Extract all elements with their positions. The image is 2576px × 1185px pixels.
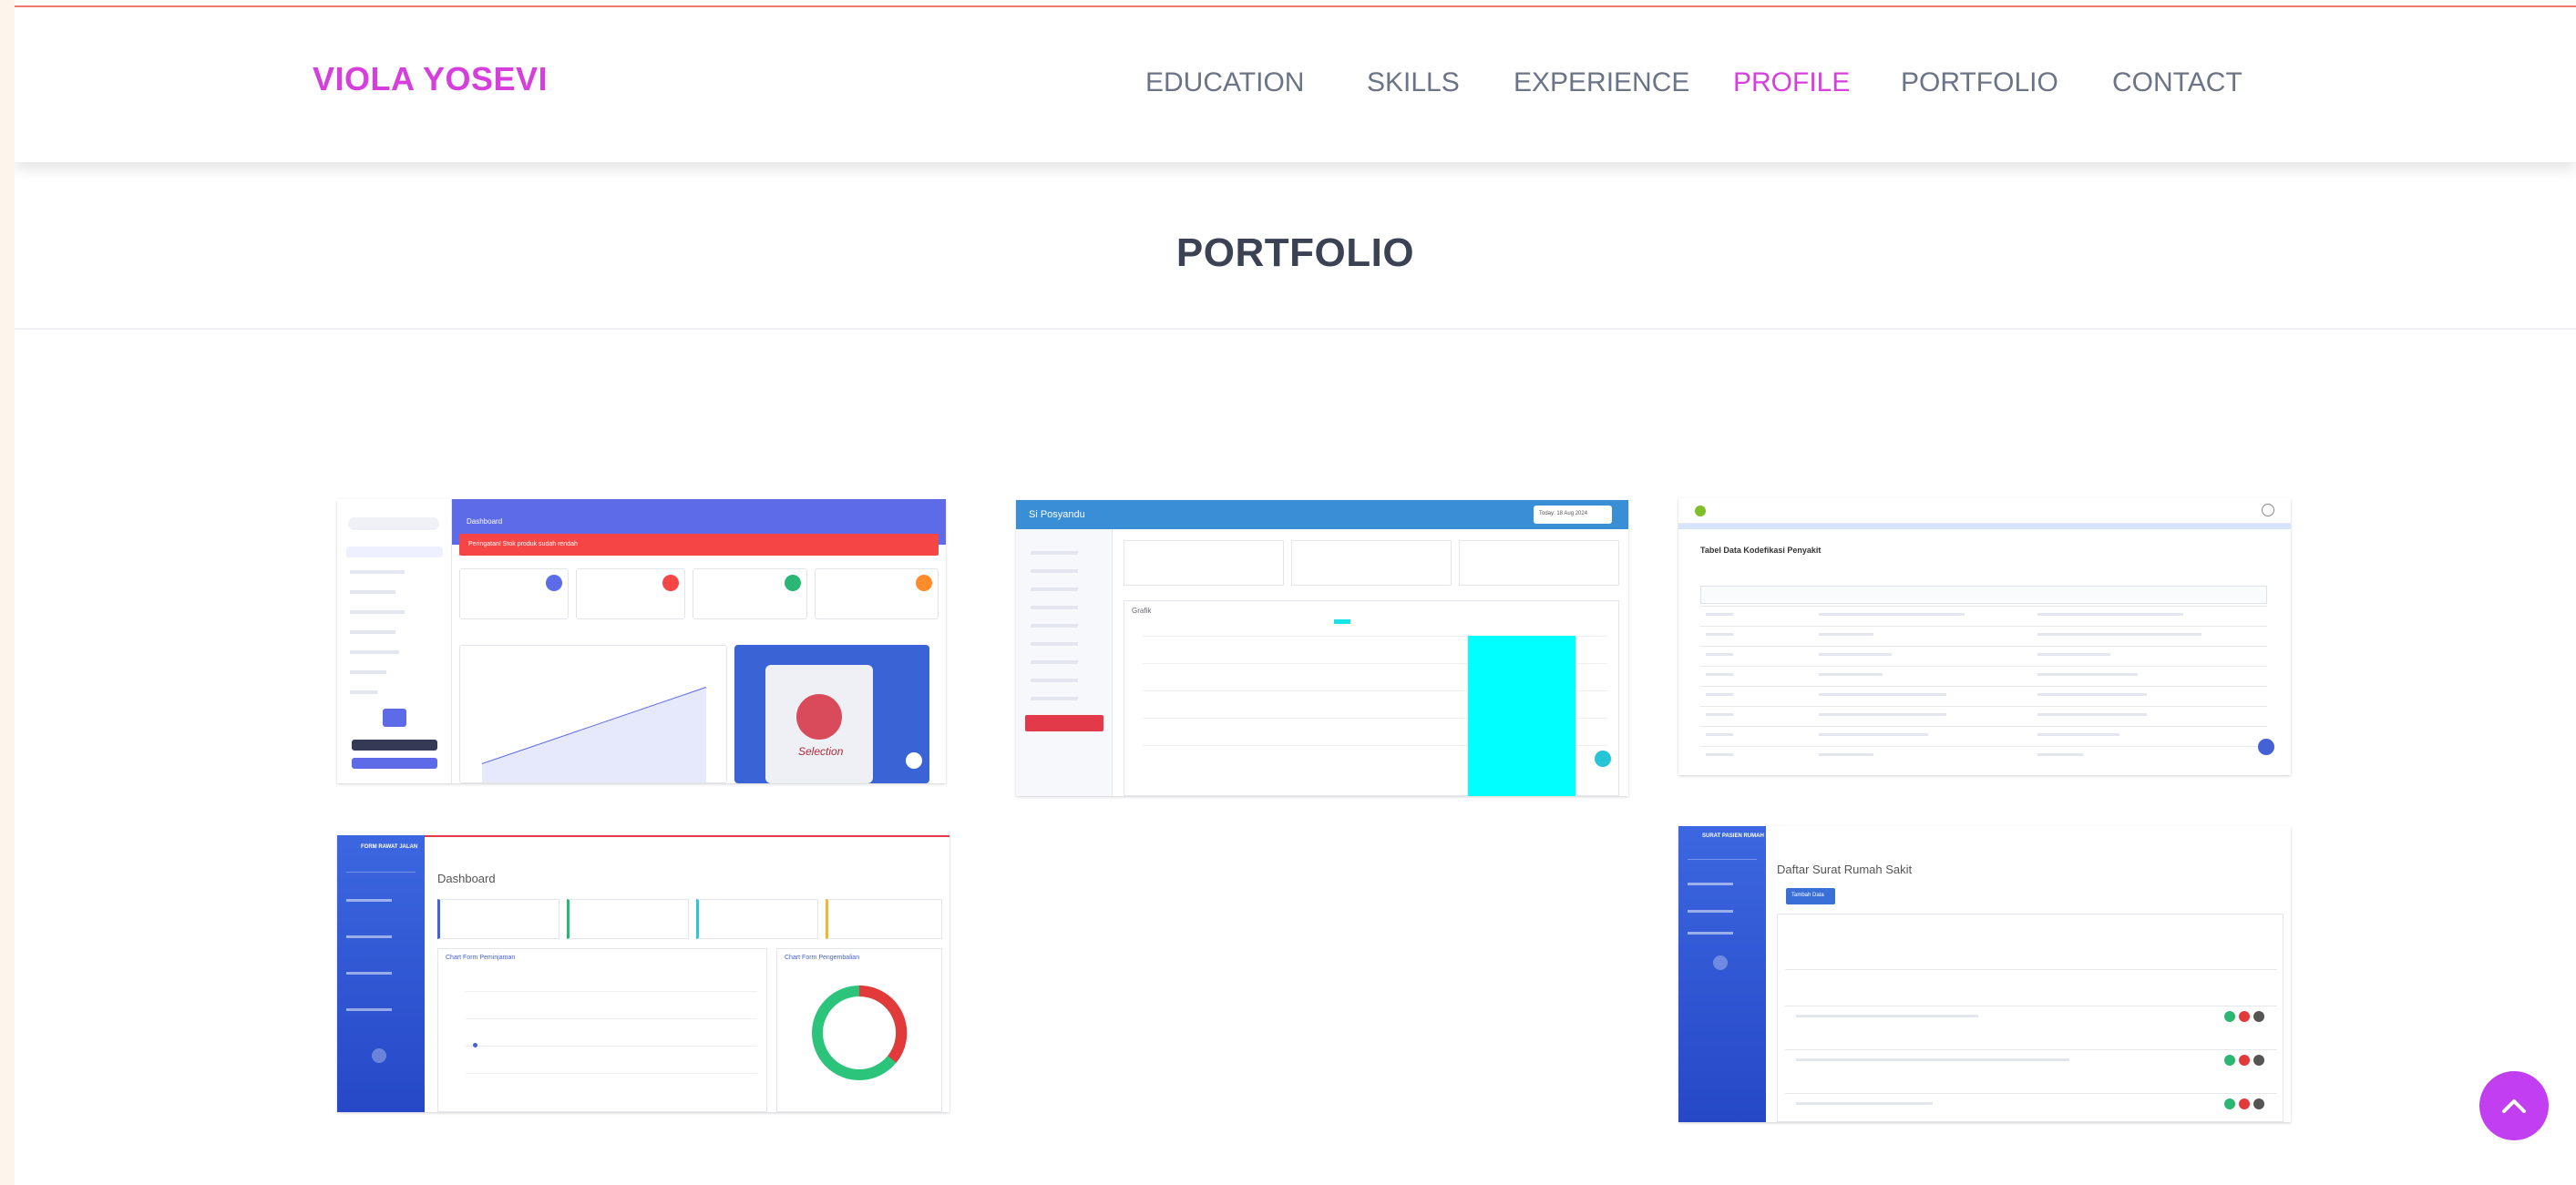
thumb-alert: Peringatan! Stok produk sudah rendah	[459, 534, 939, 556]
portfolio-item-posyandu[interactable]: Si Posyandu Today: 18 Aug 2024 Grafik	[1016, 500, 1628, 796]
thumb-app-title: SURAT PASIEN RUMAH SAKIT	[1702, 833, 1782, 839]
thumb-topbar	[1678, 498, 2291, 524]
portfolio-item-penyakit[interactable]: Tabel Data Kodefikasi Penyakit	[1678, 498, 2291, 775]
nav-profile[interactable]: PROFILE	[1733, 67, 1850, 98]
thumb-add-button: Tambah Data	[1786, 888, 1835, 904]
section-title: PORTFOLIO	[1175, 230, 1415, 275]
thumb-table-heading: Tabel Data Kodefikasi Penyakit	[1700, 546, 1822, 555]
thumb-left-chart: Chart Form Peminjaman	[437, 948, 767, 1112]
thumb-header-text: Dashboard	[467, 517, 503, 526]
nav-contact[interactable]: CONTACT	[2112, 67, 2242, 98]
thumb-card-label: Selection	[798, 745, 844, 758]
page: VIOLA YOSEVI EDUCATION SKILLS EXPERIENCE…	[15, 0, 2576, 1185]
portfolio-item-surat-rumah-sakit[interactable]: SURAT PASIEN RUMAH SAKIT Daftar Surat Ru…	[1678, 826, 2291, 1122]
nav-portfolio[interactable]: PORTFOLIO	[1901, 67, 2058, 98]
thumb-header-text: Dashboard	[437, 872, 496, 885]
thumb-sidebar: SURAT PASIEN RUMAH SAKIT	[1678, 826, 1781, 1122]
thumb-sidebar	[337, 499, 452, 783]
thumb-table	[1700, 586, 2267, 775]
nav-education[interactable]: EDUCATION	[1145, 67, 1304, 98]
thumb-donut-chart: Chart Form Pengembalian	[776, 948, 942, 1112]
site-header: VIOLA YOSEVI EDUCATION SKILLS EXPERIENCE…	[15, 7, 2576, 162]
thumb-app-title: FORM RAWAT JALAN	[361, 844, 418, 850]
nav-experience[interactable]: EXPERIENCE	[1514, 67, 1689, 98]
portfolio-item-dashboard[interactable]: Dashboard Peringatan! Stok produk sudah …	[337, 499, 946, 783]
thumb-table	[1777, 914, 2284, 1122]
thumb-app-title: Si Posyandu	[1029, 509, 1085, 520]
thumb-line-chart	[459, 645, 727, 783]
chevron-up-icon	[2502, 1099, 2526, 1113]
nav-skills[interactable]: SKILLS	[1367, 67, 1460, 98]
main-nav: EDUCATION SKILLS EXPERIENCE PROFILE PORT…	[15, 67, 2576, 104]
section-divider	[15, 328, 2576, 330]
scroll-to-top-button[interactable]	[2479, 1071, 2549, 1140]
thumb-sidebar	[1016, 529, 1113, 796]
thumb-sidebar: FORM RAWAT JALAN	[337, 835, 425, 1112]
thumb-topbar: Si Posyandu Today: 18 Aug 2024	[1016, 500, 1628, 529]
thumb-bar-chart: Grafik	[1124, 600, 1619, 796]
thumb-header-text: Daftar Surat Rumah Sakit	[1777, 863, 1913, 876]
portfolio-item-rawat-jalan[interactable]: FORM RAWAT JALAN Dashboard Chart Form Pe…	[337, 835, 949, 1112]
thumb-product-card: Selection	[734, 645, 929, 783]
